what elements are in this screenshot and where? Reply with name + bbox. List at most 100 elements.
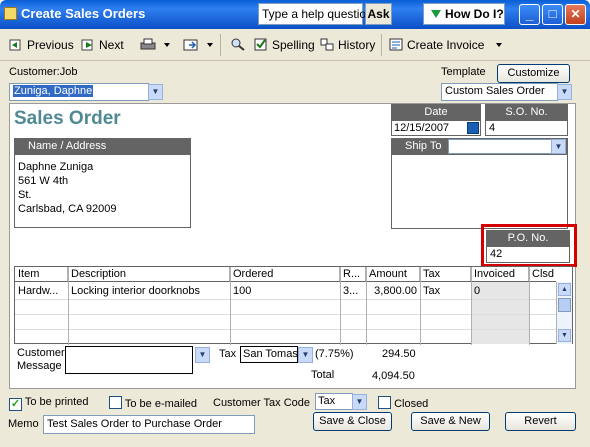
checkmark-icon[interactable] xyxy=(9,398,22,411)
template-select[interactable]: Custom Sales Order xyxy=(441,83,558,101)
cell-clsd[interactable] xyxy=(529,285,556,299)
column-divider xyxy=(420,267,421,345)
tax-amount: 294.50 xyxy=(382,348,416,360)
column-header-item[interactable]: Item xyxy=(15,267,68,281)
customer-message-dropdown-arrow-icon[interactable]: ▼ xyxy=(195,347,210,363)
next-icon xyxy=(81,38,95,51)
memo-input[interactable]: Test Sales Order to Purchase Order xyxy=(43,415,255,434)
document-title: Sales Order xyxy=(14,108,121,129)
previous-icon xyxy=(9,38,23,51)
address-line: St. xyxy=(18,189,32,201)
find-button[interactable] xyxy=(230,37,248,53)
toolbar-separator xyxy=(220,34,221,56)
to-be-printed-checkbox[interactable]: To be printed xyxy=(9,396,88,411)
spelling-button[interactable]: Spelling xyxy=(254,37,315,53)
checkbox-box[interactable] xyxy=(109,396,122,409)
column-header-invoiced[interactable]: Invoiced xyxy=(471,267,529,281)
cell-description[interactable]: Locking interior doorknobs xyxy=(68,285,230,299)
close-button[interactable]: ✕ xyxy=(565,4,586,25)
create-invoice-dropdown-arrow-icon[interactable] xyxy=(496,43,503,47)
ship-to-dropdown-arrow-icon[interactable]: ▼ xyxy=(551,139,566,154)
customer-job-input[interactable]: Zuniga, Daphne xyxy=(9,83,149,101)
name-address-header: Name / Address xyxy=(14,138,191,154)
memo-label: Memo xyxy=(8,418,39,430)
save-new-button[interactable]: Save & New xyxy=(411,412,490,431)
column-divider xyxy=(529,267,530,345)
previous-button[interactable]: Previous xyxy=(9,37,74,53)
customer-message-label: Customer Message xyxy=(17,347,65,372)
scroll-down-arrow-icon[interactable]: ▼ xyxy=(558,329,571,342)
help-search-input[interactable]: Type a help question xyxy=(258,3,373,25)
tax-rate: (7.75%) xyxy=(315,348,354,360)
save-close-button[interactable]: Save & Close xyxy=(313,412,392,431)
create-invoice-button[interactable]: Create Invoice xyxy=(389,37,503,53)
column-divider xyxy=(471,267,472,345)
customer-job-label: Customer:Job xyxy=(9,66,78,78)
column-header-clsd[interactable]: Clsd xyxy=(529,267,556,281)
customer-tax-code-dropdown-arrow-icon[interactable]: ▼ xyxy=(352,394,367,410)
create-invoice-icon xyxy=(389,38,403,51)
window-icon xyxy=(4,7,17,20)
column-header-ordered[interactable]: Ordered xyxy=(230,267,340,281)
revert-button[interactable]: Revert xyxy=(505,412,576,431)
print-icon xyxy=(140,38,156,51)
history-button[interactable]: History xyxy=(320,37,375,53)
print-button[interactable] xyxy=(140,37,170,53)
header-divider xyxy=(15,281,556,282)
total-value: 4,094.50 xyxy=(372,370,415,382)
history-icon xyxy=(320,38,334,51)
next-button[interactable]: Next xyxy=(81,37,124,53)
customer-message-field[interactable] xyxy=(65,346,193,374)
so-number-header: S.O. No. xyxy=(485,104,568,120)
checkbox-box[interactable] xyxy=(378,396,391,409)
cell-ordered[interactable]: 100 xyxy=(230,285,340,299)
cell-rate[interactable]: 3... xyxy=(340,285,366,299)
customer-job-dropdown-arrow-icon[interactable]: ▼ xyxy=(148,84,163,100)
scroll-up-arrow-icon[interactable]: ▲ xyxy=(558,283,571,296)
cell-tax[interactable]: Tax xyxy=(420,285,471,299)
address-line: Daphne Zuniga xyxy=(18,161,94,173)
to-be-emailed-checkbox[interactable]: To be e-mailed xyxy=(109,396,197,410)
date-value: 12/15/2007 xyxy=(394,122,450,134)
column-divider xyxy=(366,267,367,345)
address-line: Carlsbad, CA 92009 xyxy=(18,203,117,215)
title-bar[interactable]: Create Sales Orders Type a help question… xyxy=(0,0,590,29)
minimize-button[interactable]: _ xyxy=(519,4,540,25)
column-divider xyxy=(230,267,231,345)
email-button[interactable] xyxy=(183,37,213,53)
maximize-button[interactable]: □ xyxy=(542,4,563,25)
print-dropdown-arrow-icon[interactable] xyxy=(164,43,170,47)
column-header-tax[interactable]: Tax xyxy=(420,267,471,281)
customer-tax-code-select[interactable]: Tax xyxy=(315,393,353,410)
template-dropdown-arrow-icon[interactable]: ▼ xyxy=(557,84,572,100)
email-dropdown-arrow-icon[interactable] xyxy=(207,43,213,47)
spelling-icon xyxy=(254,38,268,51)
how-do-i-button[interactable]: How Do I? xyxy=(423,3,505,25)
closed-checkbox[interactable]: Closed xyxy=(378,396,428,410)
closed-label: Closed xyxy=(394,398,429,410)
name-address-field[interactable]: Daphne Zuniga 561 W 4th St. Carlsbad, CA… xyxy=(14,154,191,228)
cell-amount[interactable]: 3,800.00 xyxy=(366,285,420,299)
column-header-description[interactable]: Description xyxy=(68,267,230,281)
tax-item-select[interactable]: San Tomas xyxy=(240,346,298,363)
column-divider xyxy=(340,267,341,345)
row-divider xyxy=(15,314,556,315)
previous-label: Previous xyxy=(27,38,74,52)
ask-button[interactable]: Ask xyxy=(365,3,392,25)
po-number-highlight xyxy=(481,224,577,267)
customize-button[interactable]: Customize xyxy=(497,64,570,83)
cell-item[interactable]: Hardw... xyxy=(15,285,68,299)
scroll-thumb[interactable] xyxy=(558,298,571,312)
ship-to-address-field[interactable] xyxy=(391,154,568,229)
ship-to-select[interactable] xyxy=(448,139,552,154)
column-divider xyxy=(68,267,69,345)
to-be-printed-label: To be printed xyxy=(24,396,89,408)
so-number-field[interactable]: 4 xyxy=(485,120,568,136)
tax-item-dropdown-arrow-icon[interactable]: ▼ xyxy=(298,347,313,363)
date-field[interactable]: 12/15/2007 xyxy=(391,120,481,136)
column-header-rate[interactable]: R... xyxy=(340,267,366,281)
column-header-amount[interactable]: Amount xyxy=(366,267,420,281)
next-label: Next xyxy=(99,38,124,52)
table-scrollbar[interactable]: ▲ ▼ xyxy=(556,282,572,344)
calendar-icon[interactable] xyxy=(467,122,479,134)
